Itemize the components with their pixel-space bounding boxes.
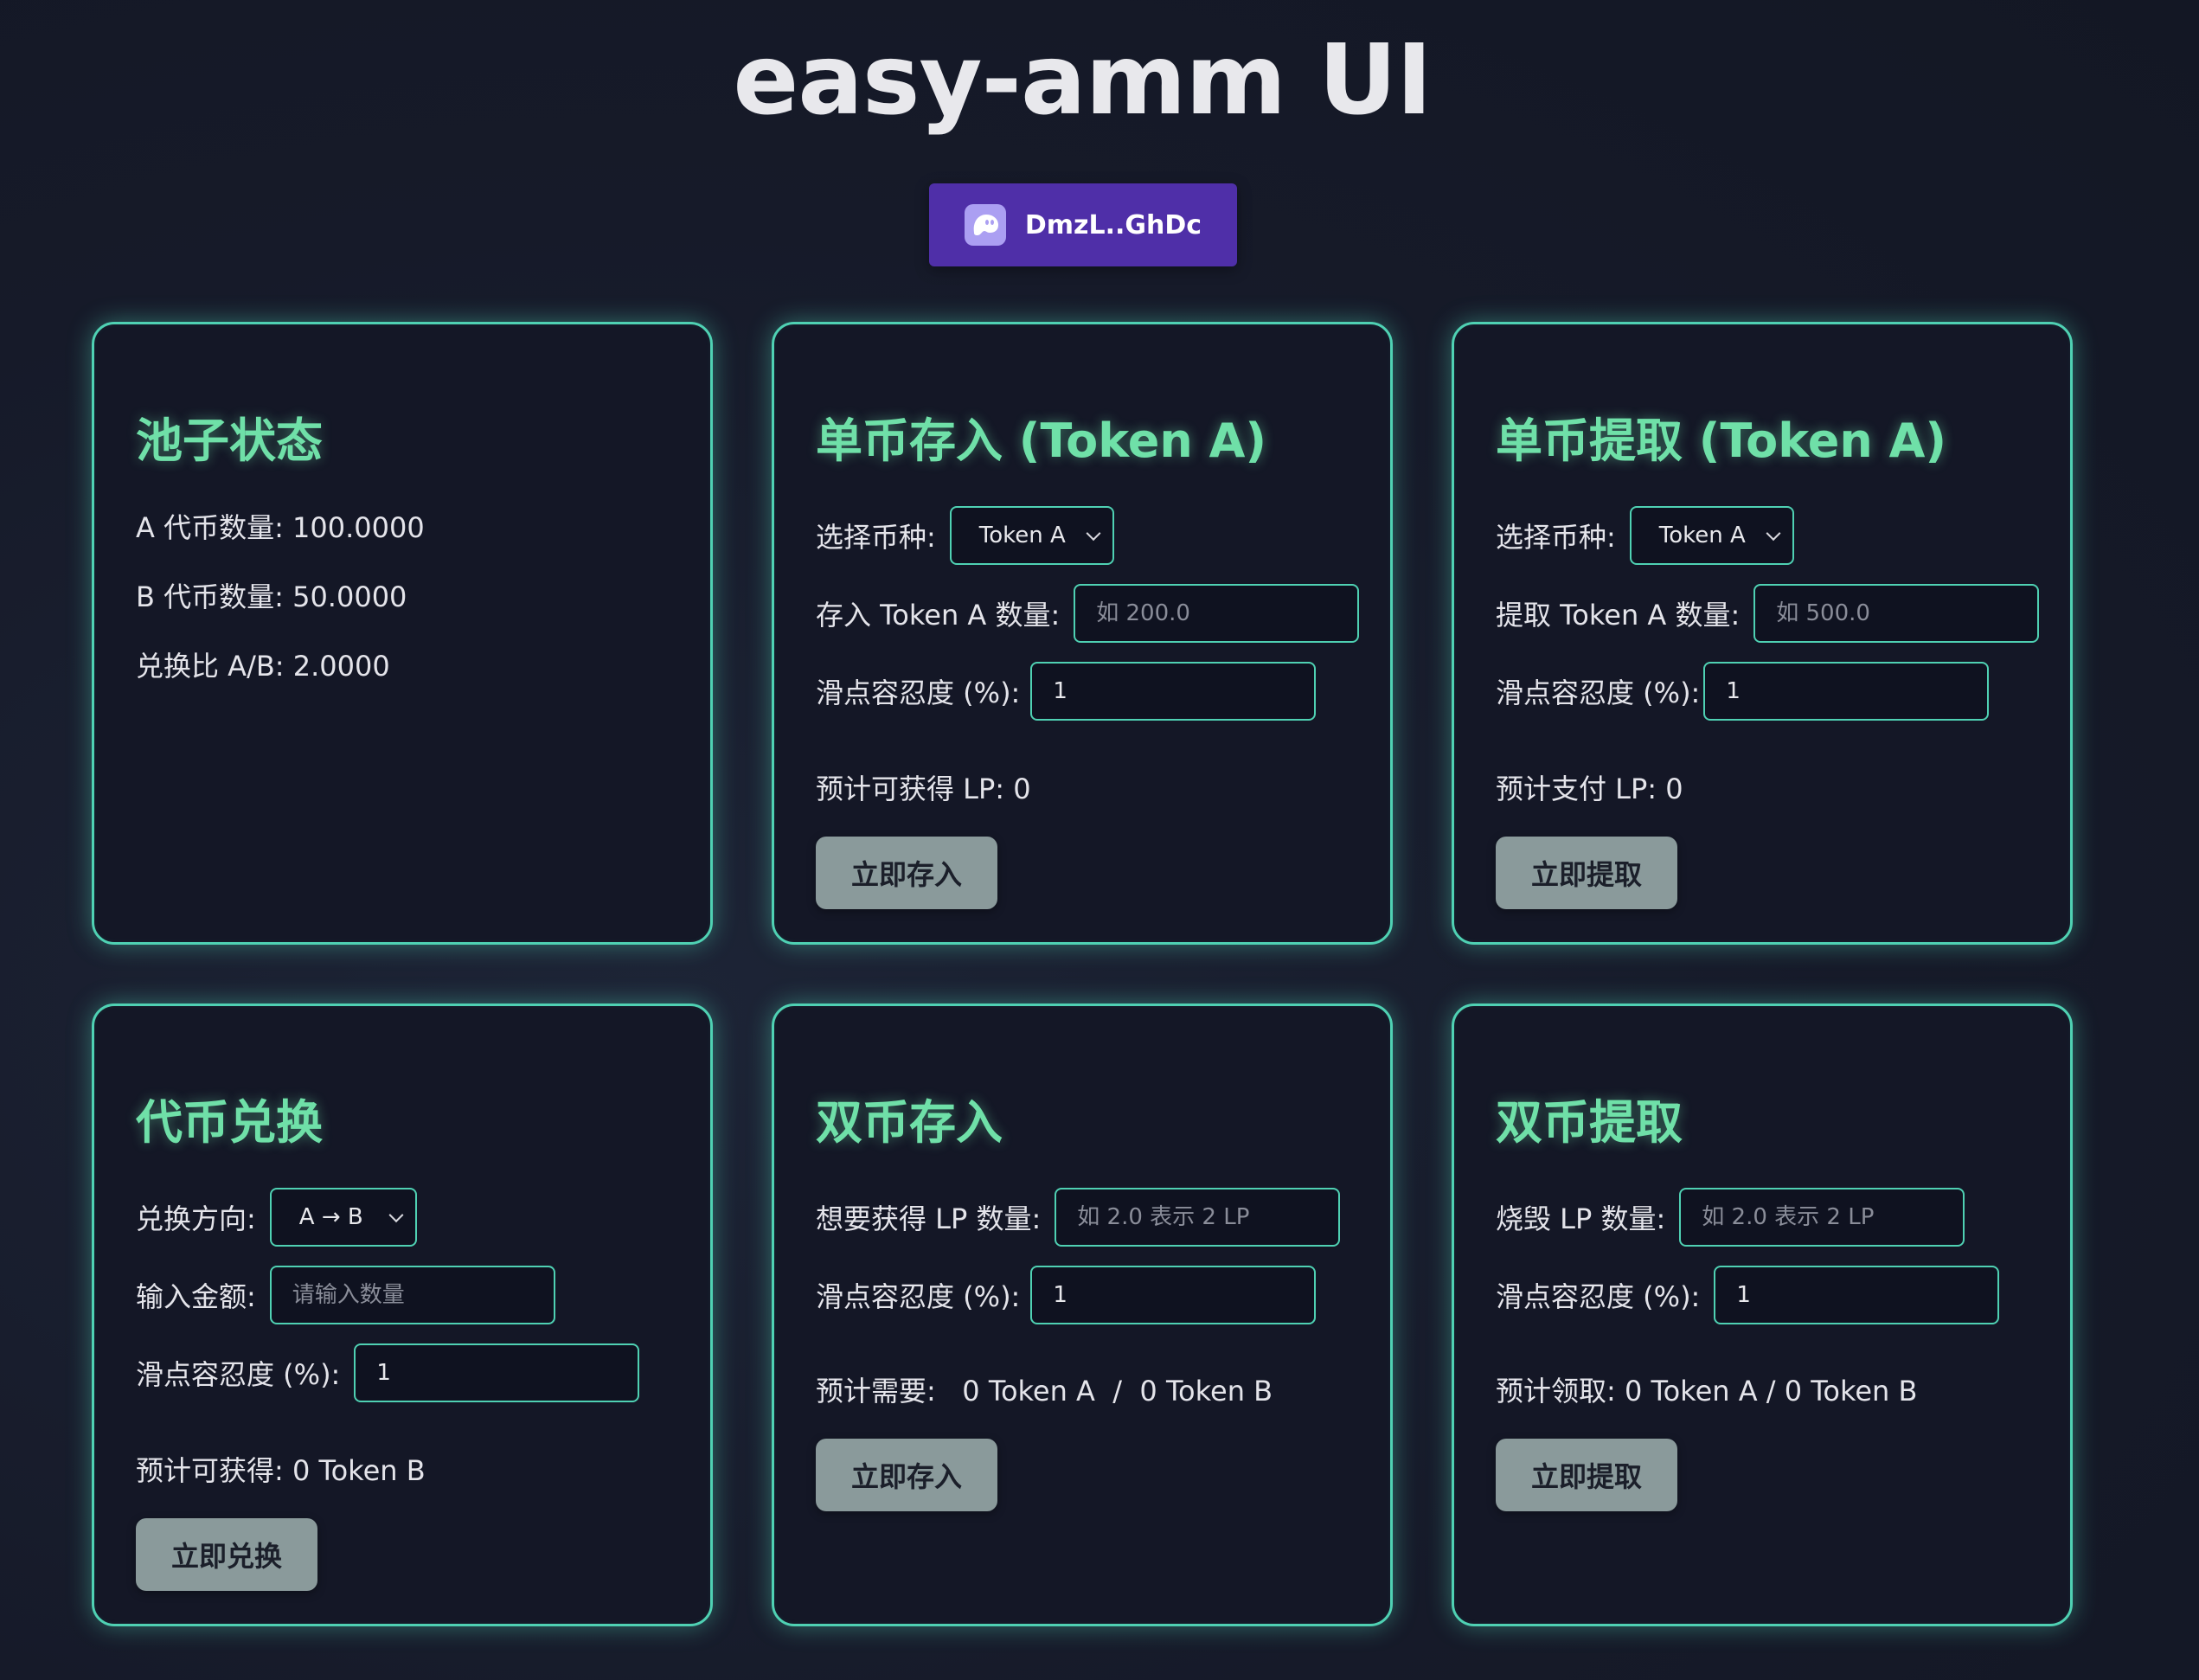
estimated-lp: 预计可获得 LP: 0 xyxy=(816,773,1031,805)
dual-withdraw-card: 双币提取 烧毁 LP 数量: 滑点容忍度 (%): 预计领取: 0 Token … xyxy=(1452,1004,2073,1626)
slippage-row: 滑点容忍度 (%): xyxy=(1496,662,1990,721)
withdraw-amount-row: 提取 Token A 数量: xyxy=(1496,584,2040,643)
slippage-input[interactable] xyxy=(354,1343,640,1402)
dual-deposit-card: 双币存入 想要获得 LP 数量: 滑点容忍度 (%): 预计需要: 0 Toke… xyxy=(772,1004,1393,1626)
pool-status-title: 池子状态 xyxy=(136,414,323,468)
token-select-value: Token A xyxy=(978,523,1066,548)
slippage-row: 滑点容忍度 (%): xyxy=(816,1266,1317,1324)
slippage-label: 滑点容忍度 (%): xyxy=(136,1358,341,1391)
slippage-label: 滑点容忍度 (%): xyxy=(816,676,1021,709)
single-withdraw-title: 单币提取 (Token A) xyxy=(1496,414,1947,468)
swap-button[interactable]: 立即兑换 xyxy=(136,1518,317,1591)
exchange-ratio: 兑换比 A/B: 2.0000 xyxy=(136,650,390,683)
token-select-label: 选择币种: xyxy=(1496,521,1616,554)
burn-lp-input[interactable] xyxy=(1679,1188,1965,1247)
dual-deposit-button[interactable]: 立即存入 xyxy=(816,1439,997,1511)
slippage-input[interactable] xyxy=(1714,1266,2000,1324)
token-select[interactable]: Token A xyxy=(949,506,1114,565)
app-title: easy-amm UI xyxy=(733,24,1432,137)
chevron-down-icon xyxy=(1766,526,1781,542)
wallet-address: DmzL..GhDc xyxy=(1024,209,1202,240)
dual-deposit-title: 双币存入 xyxy=(816,1095,1003,1150)
slippage-input[interactable] xyxy=(1703,662,1990,721)
slippage-label: 滑点容忍度 (%): xyxy=(816,1280,1021,1313)
burn-lp-label: 烧毁 LP 数量: xyxy=(1496,1202,1666,1235)
lp-amount-input[interactable] xyxy=(1055,1188,1341,1247)
direction-label: 兑换方向: xyxy=(136,1202,256,1235)
token-select-label: 选择币种: xyxy=(816,521,936,554)
token-select-value: Token A xyxy=(1658,523,1746,548)
estimated-receive: 预计领取: 0 Token A / 0 Token B xyxy=(1496,1375,1918,1407)
token-a-amount: A 代币数量: 100.0000 xyxy=(136,511,425,544)
slippage-input[interactable] xyxy=(1030,1266,1317,1324)
pool-status-card: 池子状态 A 代币数量: 100.0000 B 代币数量: 50.0000 兑换… xyxy=(92,322,713,945)
withdraw-button[interactable]: 立即提取 xyxy=(1496,837,1677,909)
slippage-label: 滑点容忍度 (%): xyxy=(1496,1280,1701,1313)
withdraw-amount-label: 提取 Token A 数量: xyxy=(1496,599,1741,632)
dual-withdraw-button[interactable]: 立即提取 xyxy=(1496,1439,1677,1511)
direction-select[interactable]: A → B xyxy=(269,1188,417,1247)
slippage-row: 滑点容忍度 (%): xyxy=(136,1343,640,1402)
slippage-row: 滑点容忍度 (%): xyxy=(1496,1266,2000,1324)
slippage-label: 滑点容忍度 (%): xyxy=(1496,676,1701,709)
chevron-down-icon xyxy=(388,1208,404,1223)
estimated-output: 预计可获得: 0 Token B xyxy=(136,1454,426,1487)
swap-amount-label: 输入金额: xyxy=(136,1280,256,1313)
ghost-icon xyxy=(964,204,1006,246)
single-withdraw-card: 单币提取 (Token A) 选择币种: Token A 提取 Token A … xyxy=(1452,322,2073,945)
deposit-button[interactable]: 立即存入 xyxy=(816,837,997,909)
deposit-amount-label: 存入 Token A 数量: xyxy=(816,599,1061,632)
withdraw-amount-input[interactable] xyxy=(1753,584,2040,643)
single-deposit-card: 单币存入 (Token A) 选择币种: Token A 存入 Token A … xyxy=(772,322,1393,945)
token-select-row: 选择币种: Token A xyxy=(1496,506,1794,565)
direction-row: 兑换方向: A → B xyxy=(136,1188,417,1247)
token-select-row: 选择币种: Token A xyxy=(816,506,1114,565)
estimated-required: 预计需要: 0 Token A / 0 Token B xyxy=(816,1375,1273,1407)
estimated-lp-cost: 预计支付 LP: 0 xyxy=(1496,773,1683,805)
token-b-amount: B 代币数量: 50.0000 xyxy=(136,580,407,613)
lp-amount-label: 想要获得 LP 数量: xyxy=(816,1202,1042,1235)
swap-card: 代币兑换 兑换方向: A → B 输入金额: 滑点容忍度 (%): 预计可获得:… xyxy=(92,1004,713,1626)
direction-value: A → B xyxy=(298,1204,363,1230)
swap-amount-row: 输入金额: xyxy=(136,1266,555,1324)
token-select[interactable]: Token A xyxy=(1629,506,1794,565)
dual-withdraw-title: 双币提取 xyxy=(1496,1095,1683,1150)
slippage-input[interactable] xyxy=(1030,662,1317,721)
slippage-row: 滑点容忍度 (%): xyxy=(816,662,1317,721)
wallet-button[interactable]: DmzL..GhDc xyxy=(929,183,1237,266)
single-deposit-title: 单币存入 (Token A) xyxy=(816,414,1267,468)
lp-amount-row: 想要获得 LP 数量: xyxy=(816,1188,1341,1247)
chevron-down-icon xyxy=(1086,526,1101,542)
swap-title: 代币兑换 xyxy=(136,1095,323,1150)
deposit-amount-row: 存入 Token A 数量: xyxy=(816,584,1360,643)
burn-lp-row: 烧毁 LP 数量: xyxy=(1496,1188,1965,1247)
deposit-amount-input[interactable] xyxy=(1074,584,1360,643)
swap-amount-input[interactable] xyxy=(269,1266,555,1324)
